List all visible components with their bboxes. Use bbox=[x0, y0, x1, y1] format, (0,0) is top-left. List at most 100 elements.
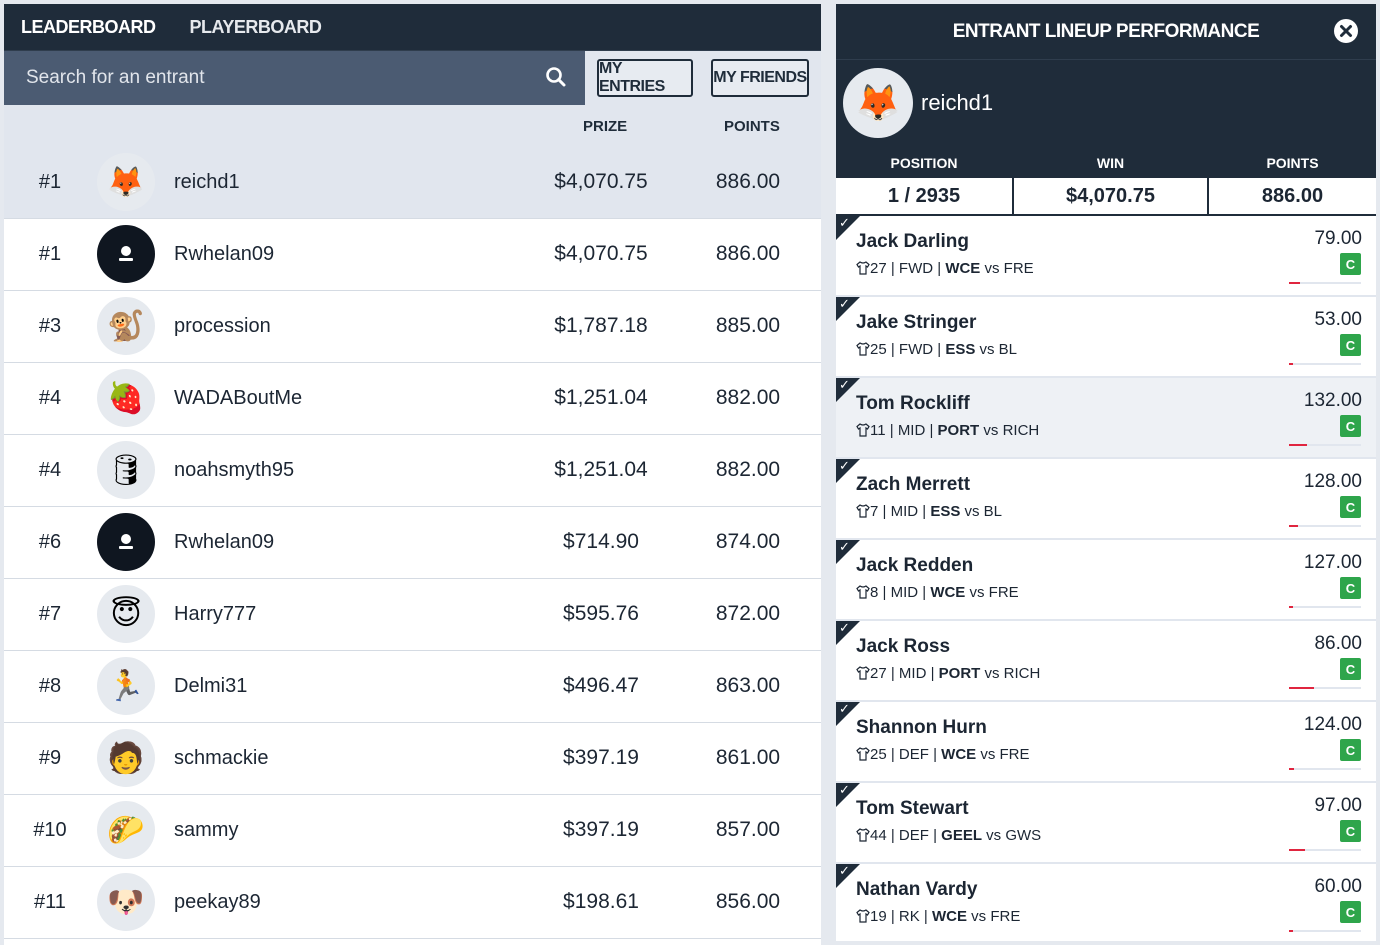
progress-fill bbox=[1289, 606, 1293, 608]
search-icon[interactable] bbox=[545, 66, 567, 93]
prize-column-header[interactable]: PRIZE bbox=[583, 118, 627, 135]
prize-value: $397.19 bbox=[563, 818, 639, 841]
team: WCE bbox=[945, 260, 981, 277]
player-points: 97.00 bbox=[1314, 795, 1362, 816]
tab-leaderboard[interactable]: LEADERBOARD bbox=[21, 17, 156, 38]
opponent: RICH bbox=[1002, 422, 1040, 439]
stat-win: WIN $4,070.75 bbox=[1014, 148, 1209, 216]
player-row[interactable]: ✓ Tom Rockliff 11 | MID | PORT vs RICH 132.… bbox=[836, 378, 1376, 459]
entrant-name[interactable]: noahsmyth95 bbox=[174, 459, 294, 482]
captain-badge: C bbox=[1340, 334, 1361, 356]
player-meta: 7 | MID | ESS vs BL bbox=[856, 503, 1002, 520]
player-row[interactable]: ✓ Tom Stewart 44 | DEF | GEEL vs GWS 97.00 C bbox=[836, 783, 1376, 864]
leaderboard-row[interactable]: #7 😇 Harry777 $595.76 872.00 bbox=[4, 579, 821, 651]
my-friends-button[interactable]: MY FRIENDS bbox=[711, 59, 809, 97]
jersey-number: 44 bbox=[870, 827, 887, 844]
leaderboard-row[interactable]: #4 🍓 WADABoutMe $1,251.04 882.00 bbox=[4, 363, 821, 435]
entrant-name[interactable]: reichd1 bbox=[174, 171, 240, 194]
check-icon: ✓ bbox=[839, 701, 850, 716]
check-icon: ✓ bbox=[839, 620, 850, 635]
search-input[interactable] bbox=[24, 66, 528, 90]
leaderboard-row[interactable]: #1 Rwhelan09 $4,070.75 886.00 bbox=[4, 219, 821, 291]
player-row[interactable]: ✓ Jack Darling 27 | FWD | WCE vs FRE 79.00 C bbox=[836, 216, 1376, 297]
entrant-name[interactable]: Rwhelan09 bbox=[174, 243, 274, 266]
player-row[interactable]: ✓ Jack Redden 8 | MID | WCE vs FRE 127.00 C bbox=[836, 540, 1376, 621]
my-entries-button[interactable]: MY ENTRIES bbox=[597, 59, 693, 97]
entrant-name[interactable]: schmackie bbox=[174, 747, 268, 770]
photo-avatar: 🧑 bbox=[97, 729, 155, 787]
entrant-name[interactable]: procession bbox=[174, 315, 271, 338]
player-meta: 27 | FWD | WCE vs FRE bbox=[856, 260, 1034, 277]
user-icon bbox=[119, 534, 133, 549]
progress-bar bbox=[1289, 444, 1361, 446]
leaderboard-row[interactable]: #9 🧑 schmackie $397.19 861.00 bbox=[4, 723, 821, 795]
captain-badge: C bbox=[1340, 820, 1361, 842]
player-name: Jake Stringer bbox=[856, 312, 977, 333]
entrant-name[interactable]: WADABoutMe bbox=[174, 387, 302, 410]
rank: #9 bbox=[38, 747, 62, 769]
player-row[interactable]: ✓ Zach Merrett 7 | MID | ESS vs BL 128.00 C bbox=[836, 459, 1376, 540]
player-row[interactable]: ✓ Jake Stringer 25 | FWD | ESS vs BL 53.00 C bbox=[836, 297, 1376, 378]
barrel-avatar: 🛢 bbox=[97, 441, 155, 499]
tab-bar: LEADERBOARD PLAYERBOARD bbox=[4, 4, 821, 50]
prize-value: $4,070.75 bbox=[554, 170, 648, 193]
points-column-header[interactable]: POINTS bbox=[724, 118, 780, 135]
entrant-name[interactable]: Rwhelan09 bbox=[174, 531, 274, 554]
vs-label: vs bbox=[964, 503, 980, 520]
player-name: Jack Ross bbox=[856, 636, 951, 657]
leaderboard-row[interactable]: #4 🛢 noahsmyth95 $1,251.04 882.00 bbox=[4, 435, 821, 507]
player-position: MID bbox=[898, 665, 927, 682]
progress-fill bbox=[1289, 525, 1299, 527]
check-icon: ✓ bbox=[839, 539, 850, 554]
points-value: 874.00 bbox=[715, 530, 781, 553]
points-value: 882.00 bbox=[715, 458, 781, 481]
player-row[interactable]: ✓ Nathan Vardy 19 | RK | WCE vs FRE 60.00 C bbox=[836, 864, 1376, 941]
rank: #6 bbox=[38, 531, 62, 553]
entrant-name[interactable]: sammy bbox=[174, 819, 238, 842]
player-row[interactable]: ✓ Shannon Hurn 25 | DEF | WCE vs FRE 124.00… bbox=[836, 702, 1376, 783]
progress-fill bbox=[1289, 930, 1293, 932]
jersey-icon bbox=[856, 585, 870, 599]
stat-position: POSITION 1 / 2935 bbox=[836, 148, 1014, 216]
player-name: Shannon Hurn bbox=[856, 717, 987, 738]
points-value: 857.00 bbox=[715, 818, 781, 841]
jersey-number: 8 bbox=[870, 584, 879, 601]
player-points: 86.00 bbox=[1314, 633, 1362, 654]
leaderboard-row[interactable]: #3 🐒 procession $1,787.18 885.00 bbox=[4, 291, 821, 363]
progress-bar bbox=[1289, 930, 1361, 932]
captain-badge: C bbox=[1340, 496, 1361, 518]
leaderboard-row[interactable]: #6 Rwhelan09 $714.90 874.00 bbox=[4, 507, 821, 579]
entrant-name[interactable]: Delmi31 bbox=[174, 675, 247, 698]
jersey-number: 11 bbox=[870, 422, 886, 439]
entrant-name[interactable]: Harry777 bbox=[174, 603, 256, 626]
progress-bar bbox=[1289, 363, 1361, 365]
vs-label: vs bbox=[980, 746, 996, 763]
captain-badge: C bbox=[1340, 415, 1361, 437]
rank: #8 bbox=[38, 675, 62, 697]
avatar-emoji: 🍓 bbox=[107, 381, 145, 415]
player-position: DEF bbox=[898, 827, 929, 844]
team: WCE bbox=[932, 908, 967, 925]
leaderboard-row[interactable]: #10 🌮 sammy $397.19 857.00 bbox=[4, 795, 821, 867]
opponent: GWS bbox=[1005, 827, 1042, 844]
points-value: 885.00 bbox=[715, 314, 781, 337]
captain-badge: C bbox=[1340, 253, 1361, 275]
lineup-panel: ENTRANT LINEUP PERFORMANCE 🦊 reichd1 POS… bbox=[836, 4, 1376, 941]
player-points: 127.00 bbox=[1303, 552, 1362, 573]
leaderboard-row[interactable]: #11 🐶 peekay89 $198.61 856.00 bbox=[4, 867, 821, 939]
taco-avatar: 🌮 bbox=[97, 801, 155, 859]
jersey-number: 25 bbox=[870, 341, 887, 358]
leaderboard-row[interactable]: #1 🦊 reichd1 $4,070.75 886.00 bbox=[4, 147, 821, 219]
player-position: RK bbox=[898, 908, 920, 925]
entrant-name[interactable]: peekay89 bbox=[174, 891, 261, 914]
fox-avatar: 🦊 bbox=[843, 68, 913, 138]
player-row[interactable]: ✓ Jack Ross 27 | MID | PORT vs RICH 86.00 C bbox=[836, 621, 1376, 702]
rank: #1 bbox=[38, 171, 62, 193]
close-icon[interactable] bbox=[1334, 19, 1358, 43]
player-name: Tom Rockliff bbox=[856, 393, 970, 414]
default-user-avatar bbox=[97, 225, 155, 283]
tab-playerboard[interactable]: PLAYERBOARD bbox=[190, 17, 322, 38]
jersey-number: 25 bbox=[870, 746, 887, 763]
check-icon: ✓ bbox=[839, 782, 850, 797]
leaderboard-row[interactable]: #8 🏃 Delmi31 $496.47 863.00 bbox=[4, 651, 821, 723]
